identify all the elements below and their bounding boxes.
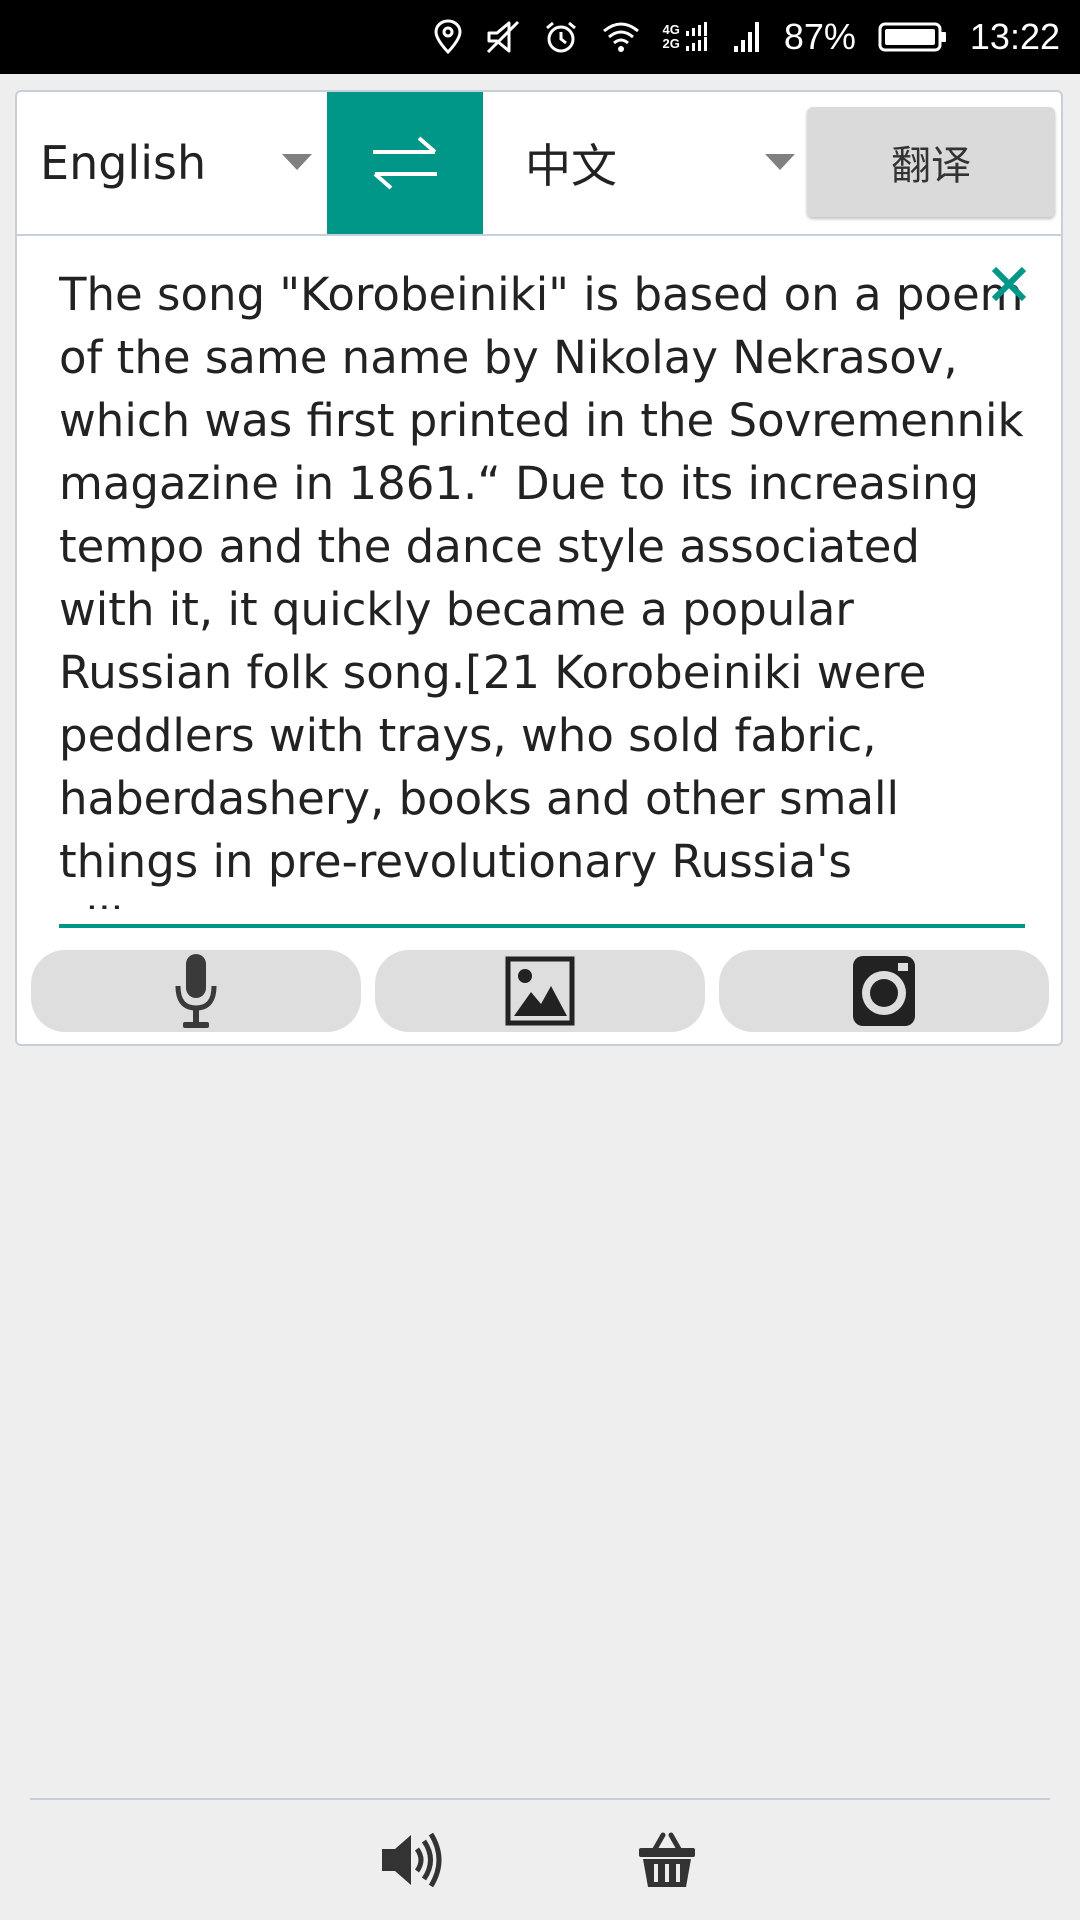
target-language-label: 中文 (525, 139, 617, 193)
dual-signal-icon: 4G 2G (663, 17, 710, 57)
translator-card: English 中文 翻译 The song "Korobeiniki" is … (15, 90, 1063, 1046)
language-bar: English 中文 翻译 (17, 92, 1061, 236)
network-type-top: 4G (662, 22, 680, 37)
speaker-icon (382, 1832, 442, 1888)
clock: 13:22 (969, 16, 1060, 57)
swap-icon (373, 136, 437, 190)
status-bar: 4G 2G 87% 13:22 (0, 0, 1080, 74)
speak-button[interactable] (372, 1820, 452, 1900)
input-underline (59, 924, 1025, 928)
source-language-select[interactable]: English (17, 92, 327, 234)
location-icon (433, 17, 463, 57)
signal-icon (732, 17, 762, 57)
clear-history-button[interactable] (627, 1820, 707, 1900)
chevron-down-icon (765, 154, 795, 170)
camera-icon (853, 956, 915, 1026)
close-icon (991, 266, 1027, 302)
source-language-label: English (40, 136, 207, 190)
camera-input-button[interactable] (719, 950, 1049, 1032)
network-type-bottom: 2G (662, 36, 680, 51)
image-input-button[interactable] (375, 950, 705, 1032)
alarm-icon (543, 17, 579, 57)
basket-icon (639, 1832, 695, 1887)
translate-button[interactable]: 翻译 (807, 107, 1055, 217)
image-icon (505, 956, 575, 1026)
mute-icon (485, 17, 521, 57)
clear-text-button[interactable] (979, 254, 1039, 314)
swap-languages-button[interactable] (327, 92, 483, 234)
chevron-down-icon (282, 154, 312, 170)
wifi-icon (601, 17, 641, 57)
bottom-divider (30, 1798, 1050, 1800)
source-text-input[interactable]: The song "Korobeiniki" is based on a poe… (59, 263, 1025, 909)
battery-percentage: 87% (783, 16, 856, 57)
microphone-icon (175, 954, 217, 1028)
target-language-select[interactable]: 中文 (485, 92, 795, 234)
battery-icon (878, 17, 948, 57)
voice-input-button[interactable] (31, 950, 361, 1032)
